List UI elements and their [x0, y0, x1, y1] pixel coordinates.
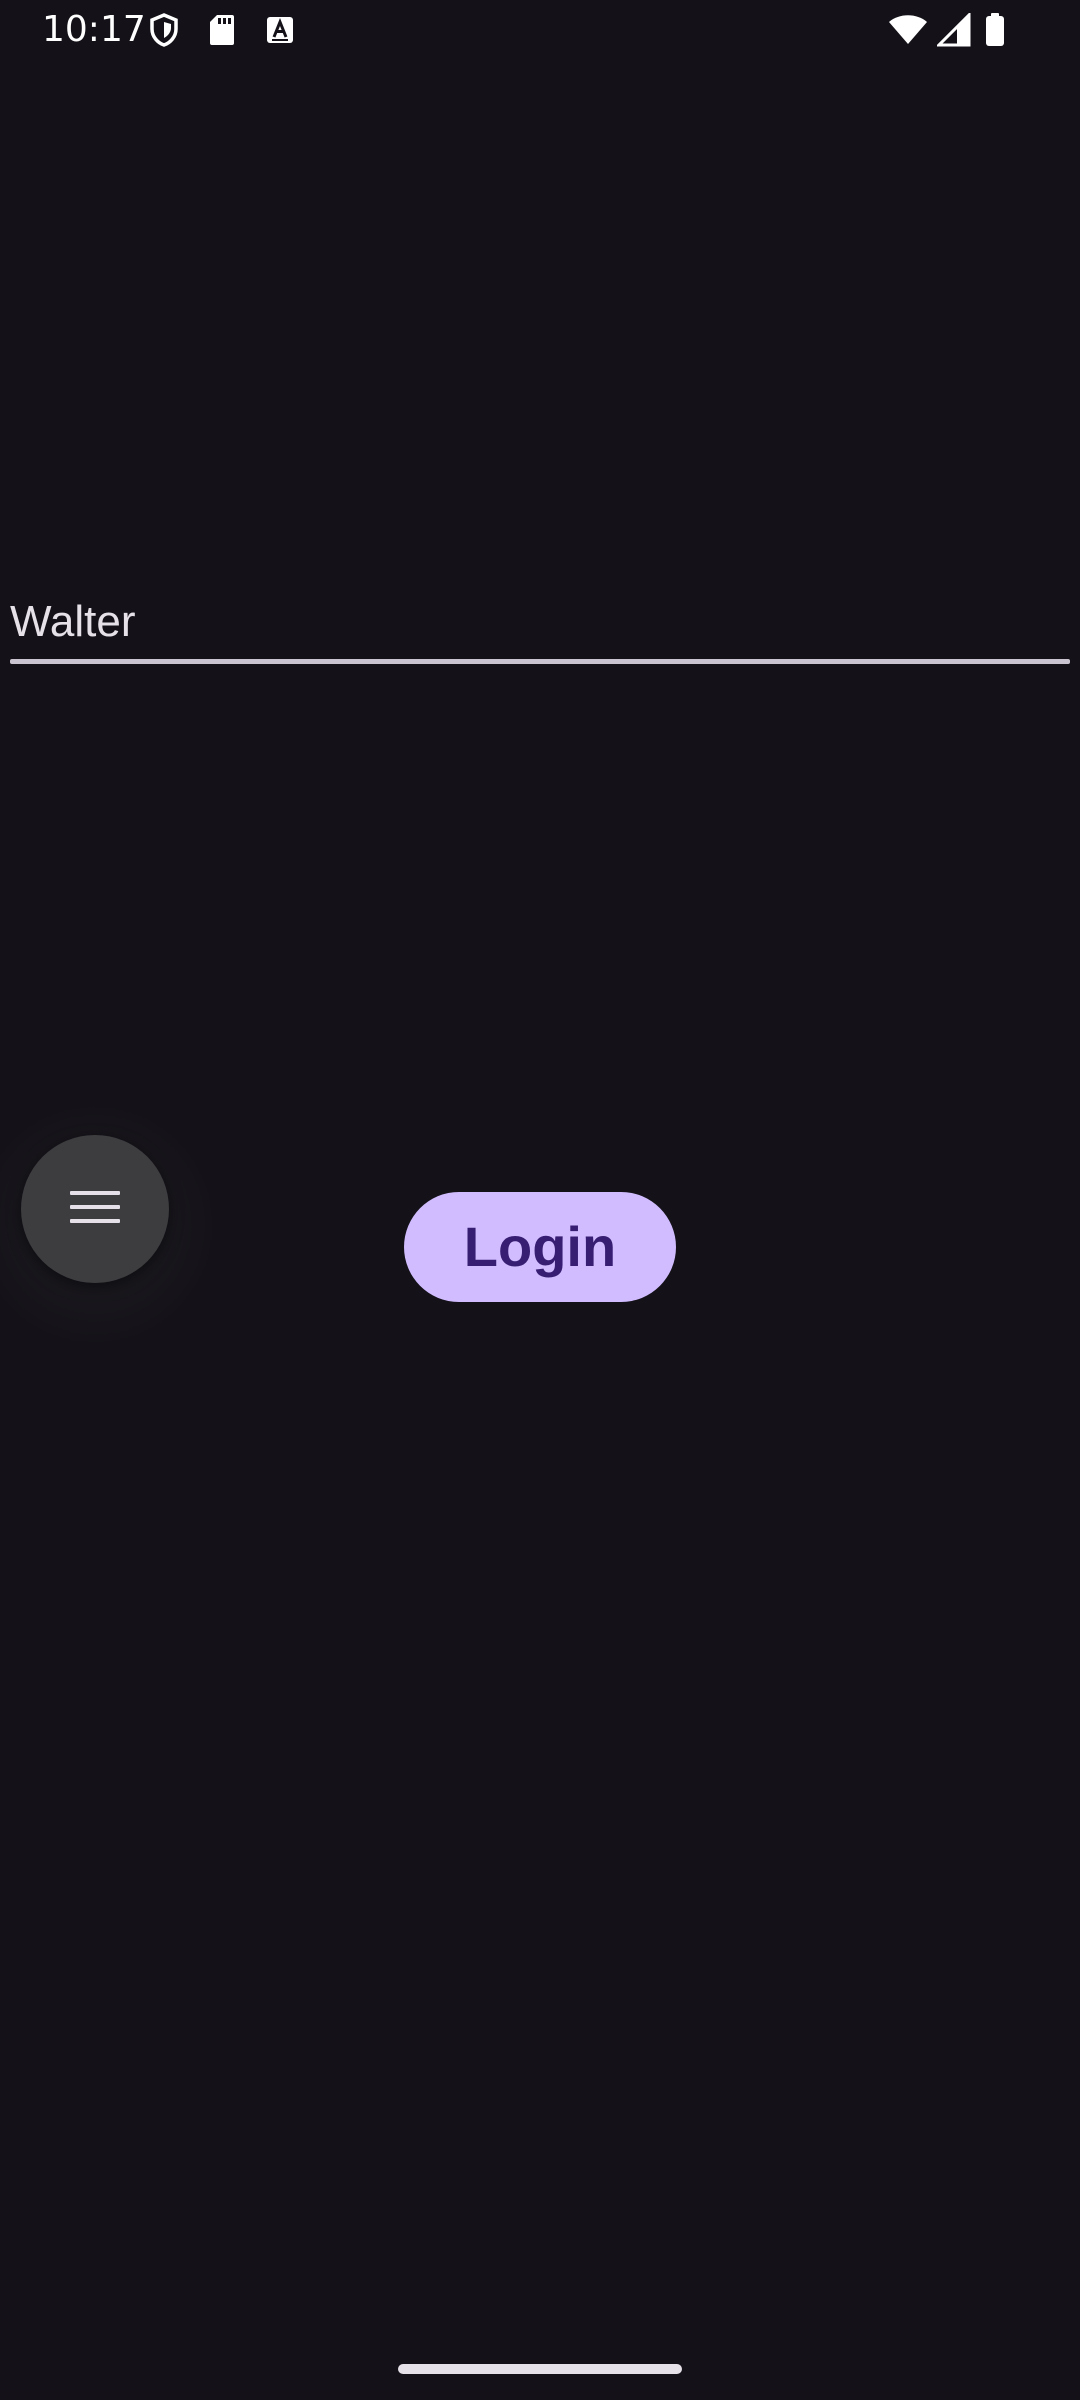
cell-signal-icon — [936, 12, 972, 48]
field-underline — [10, 659, 1070, 664]
battery-icon — [984, 12, 1006, 48]
menu-icon — [70, 1189, 120, 1230]
status-bar: 10:17 — [0, 0, 1080, 64]
login-screen: 10:17 Walter Login — [0, 0, 1080, 2400]
gesture-nav-handle[interactable] — [398, 2364, 682, 2374]
shield-icon — [146, 12, 182, 48]
keyboard-a-icon — [262, 12, 298, 48]
username-value: Walter — [10, 597, 136, 646]
login-button-label: Login — [463, 1215, 617, 1278]
floating-menu-button[interactable] — [21, 1135, 169, 1283]
sd-card-icon — [204, 12, 240, 48]
login-button[interactable]: Login — [404, 1192, 676, 1302]
username-field[interactable]: Walter — [10, 580, 1070, 664]
wifi-icon — [888, 12, 928, 48]
status-time: 10:17 — [42, 9, 146, 50]
